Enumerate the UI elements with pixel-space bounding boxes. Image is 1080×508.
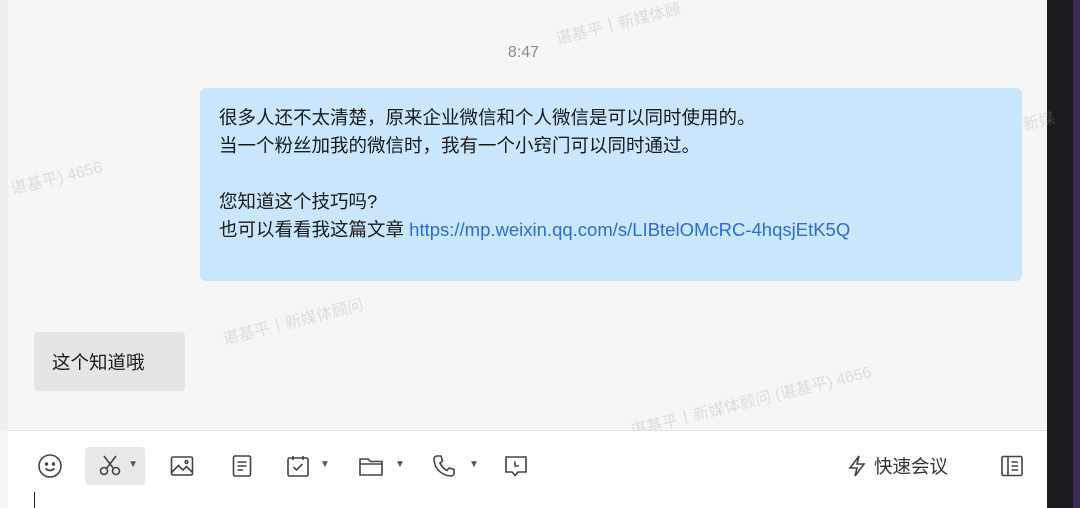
message-line: 也可以看看我这篇文章 https://mp.weixin.qq.com/s/LI… (219, 216, 1004, 244)
chevron-down-icon: ▼ (128, 459, 138, 470)
left-edge (0, 0, 8, 430)
call-button[interactable] (428, 447, 460, 485)
sidebar-panel-icon (1001, 455, 1023, 477)
document-button[interactable] (226, 447, 258, 485)
emoji-icon (38, 454, 62, 478)
message-timestamp: 8:47 (507, 44, 540, 61)
screenshot-button[interactable]: ▼ (85, 447, 145, 485)
article-link[interactable]: https://mp.weixin.qq.com/s/LIBtelOMcRC-4… (409, 219, 850, 240)
document-icon (232, 455, 252, 477)
chat-bubble-icon (505, 456, 527, 477)
message-line: 当一个粉丝加我的微信时，我有一个小窍门可以同时通过。 (219, 135, 701, 156)
message-extra-button[interactable] (500, 447, 532, 485)
folder-icon (359, 458, 383, 476)
chevron-down-icon[interactable]: ▼ (395, 459, 405, 470)
file-button[interactable] (355, 447, 387, 485)
lightning-icon (848, 455, 866, 477)
schedule-button[interactable] (282, 447, 314, 485)
chevron-down-icon[interactable]: ▼ (320, 459, 330, 470)
quick-meeting-button[interactable]: 快速会议 (846, 447, 948, 485)
scissors-icon (99, 455, 121, 476)
sidebar-toggle-button[interactable] (996, 447, 1028, 485)
phone-icon (433, 455, 455, 477)
chevron-down-icon[interactable]: ▼ (469, 459, 479, 470)
image-icon (170, 456, 194, 476)
message-text: 也可以看看我这篇文章 (219, 219, 410, 240)
message-line: 很多人还不太清楚，原来企业微信和个人微信是可以同时使用的。 (219, 107, 756, 128)
message-line: 您知道这个技巧吗? (219, 191, 378, 212)
incoming-message-bubble[interactable]: 这个知道哦 (34, 332, 185, 391)
quick-meeting-label: 快速会议 (874, 456, 949, 477)
calendar-check-icon (287, 456, 309, 477)
message-text: 这个知道哦 (52, 352, 145, 373)
emoji-button[interactable] (34, 447, 66, 485)
right-window-strip (1047, 0, 1080, 508)
image-button[interactable] (166, 447, 198, 485)
outgoing-message-bubble[interactable]: 很多人还不太清楚，原来企业微信和个人微信是可以同时使用的。 当一个粉丝加我的微信… (200, 88, 1022, 281)
text-cursor (34, 492, 35, 508)
window-edge (1073, 0, 1080, 508)
